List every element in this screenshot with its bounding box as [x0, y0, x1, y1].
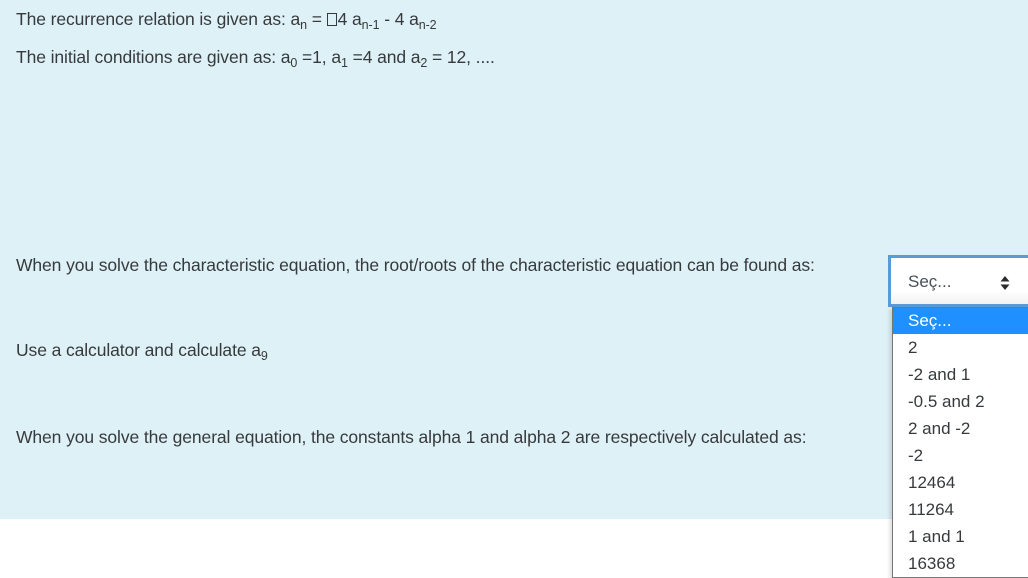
- dropdown-option[interactable]: Seç...: [893, 308, 1028, 334]
- dropdown-option[interactable]: -2: [893, 442, 1028, 469]
- text-part: 4 a: [337, 9, 362, 29]
- dropdown-option[interactable]: 1 and 1: [893, 523, 1028, 550]
- dropdown-option[interactable]: -0.5 and 2: [893, 388, 1028, 415]
- missing-glyph-box-icon: [326, 13, 337, 26]
- dropdown-option[interactable]: 11264: [893, 496, 1028, 523]
- calculate-a9-prompt: Use a calculator and calculate a9: [16, 340, 268, 363]
- subscript: n-2: [418, 18, 437, 32]
- text-part: The recurrence relation is given as: a: [16, 9, 301, 29]
- text-part: =1, a: [297, 47, 341, 67]
- roots-answer-select[interactable]: Seç...: [888, 255, 1028, 307]
- dropdown-option[interactable]: 12464: [893, 469, 1028, 496]
- text-part: Use a calculator and calculate a: [16, 340, 261, 360]
- dropdown-option[interactable]: 2: [893, 334, 1028, 361]
- recurrence-relation-text: The recurrence relation is given as: an …: [16, 9, 437, 32]
- select-dropdown-list[interactable]: Seç... 2 -2 and 1 -0.5 and 22 and -2 -2 12464…: [892, 307, 1028, 578]
- subscript: n: [300, 18, 307, 32]
- text-part: The initial conditions are given as: a: [16, 47, 291, 67]
- dropdown-option[interactable]: 2 and -2: [893, 415, 1028, 442]
- text-part: - 4 a: [379, 9, 419, 29]
- select-face[interactable]: Seç...: [891, 258, 1028, 304]
- subscript: n-1: [361, 18, 380, 32]
- characteristic-roots-prompt: When you solve the characteristic equati…: [16, 255, 815, 275]
- text-part: = 12, ....: [427, 47, 495, 67]
- text-part: =: [306, 9, 327, 29]
- updown-arrows-icon: [1000, 276, 1010, 290]
- initial-conditions-text: The initial conditions are given as: a0 …: [16, 47, 495, 70]
- text-part: =4 and a: [347, 47, 421, 67]
- subscript: 9: [260, 349, 268, 363]
- dropdown-option[interactable]: 16368: [893, 550, 1028, 577]
- alpha-constants-prompt: When you solve the general equation, the…: [16, 427, 807, 447]
- dropdown-option[interactable]: -2 and 1: [893, 361, 1028, 388]
- subscript: 1: [340, 56, 348, 70]
- select-value: Seç...: [908, 272, 952, 291]
